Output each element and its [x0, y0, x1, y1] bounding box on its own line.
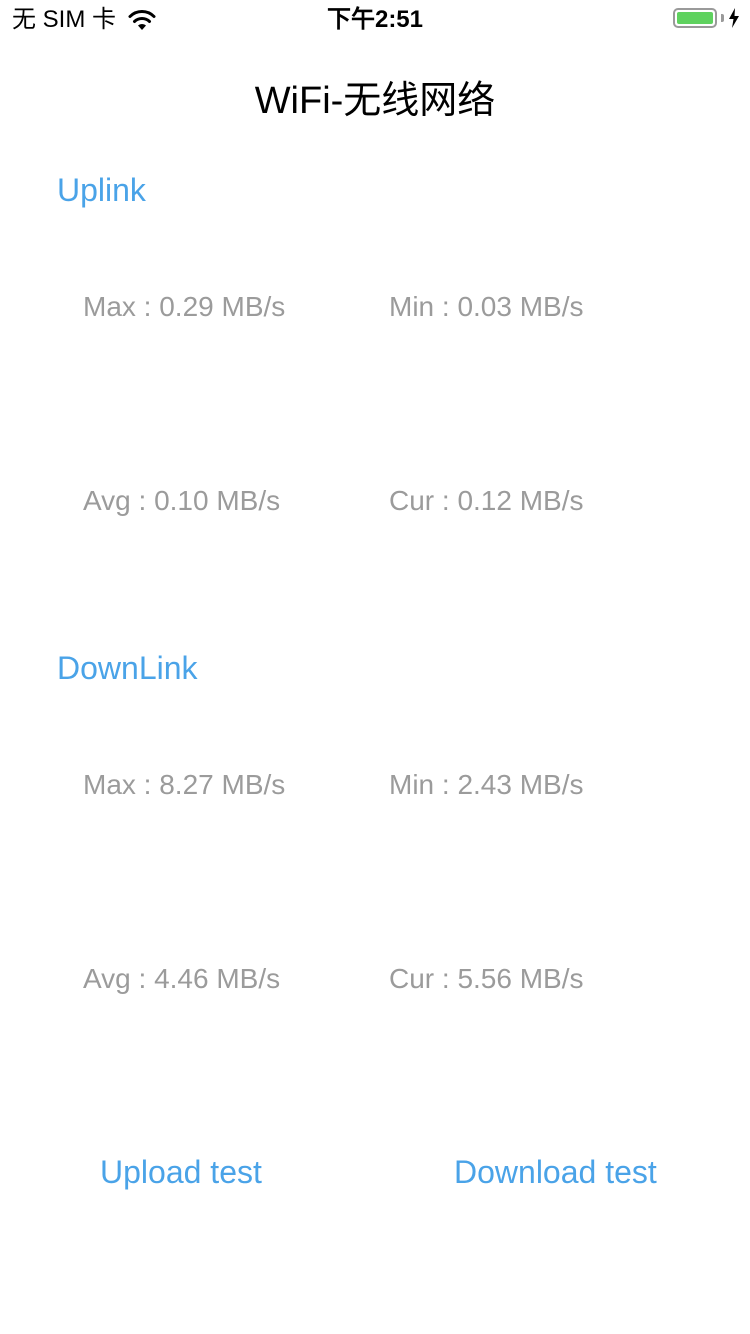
- uplink-cur: Cur : 0.12 MB/s: [389, 485, 584, 516]
- uplink-heading: Uplink: [57, 172, 146, 208]
- downlink-heading: DownLink: [57, 650, 198, 686]
- bolt-icon: [729, 8, 739, 28]
- downlink-cur: Cur : 5.56 MB/s: [389, 963, 584, 994]
- download-test-button[interactable]: Download test: [454, 1152, 657, 1192]
- downlink-avg: Avg : 4.46 MB/s: [83, 963, 281, 994]
- uplink-min: Min : 0.03 MB/s: [389, 291, 584, 322]
- downlink-min: Min : 2.43 MB/s: [389, 769, 584, 800]
- page-title: WiFi-无线网络: [254, 80, 496, 122]
- battery-icon: [673, 8, 717, 28]
- downlink-max: Max : 8.27 MB/s: [83, 769, 286, 800]
- battery-fill: [677, 12, 713, 24]
- battery-indicator: [673, 8, 740, 28]
- upload-test-button[interactable]: Upload test: [100, 1152, 262, 1192]
- uplink-max: Max : 0.29 MB/s: [83, 291, 286, 322]
- battery-cap: [721, 14, 724, 22]
- status-time: 下午2:51: [326, 6, 424, 33]
- status-bar: 无 SIM 卡 下午2:51: [0, 0, 750, 40]
- uplink-avg: Avg : 0.10 MB/s: [83, 485, 281, 516]
